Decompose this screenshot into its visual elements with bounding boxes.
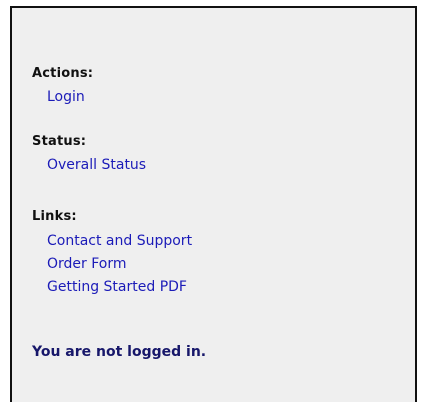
links-heading: Links: (32, 209, 77, 224)
contact-and-support-link[interactable]: Contact and Support (47, 233, 192, 249)
actions-heading: Actions: (32, 66, 94, 81)
login-status-message: You are not logged in. (32, 344, 207, 360)
status-heading: Status: (32, 134, 87, 149)
sidebar-panel: Actions: Login Status: Overall Status Li… (10, 6, 417, 402)
overall-status-link[interactable]: Overall Status (47, 157, 146, 173)
order-form-link[interactable]: Order Form (47, 256, 127, 272)
getting-started-pdf-link[interactable]: Getting Started PDF (47, 279, 187, 295)
login-link[interactable]: Login (47, 89, 85, 105)
page: Actions: Login Status: Overall Status Li… (0, 0, 425, 402)
